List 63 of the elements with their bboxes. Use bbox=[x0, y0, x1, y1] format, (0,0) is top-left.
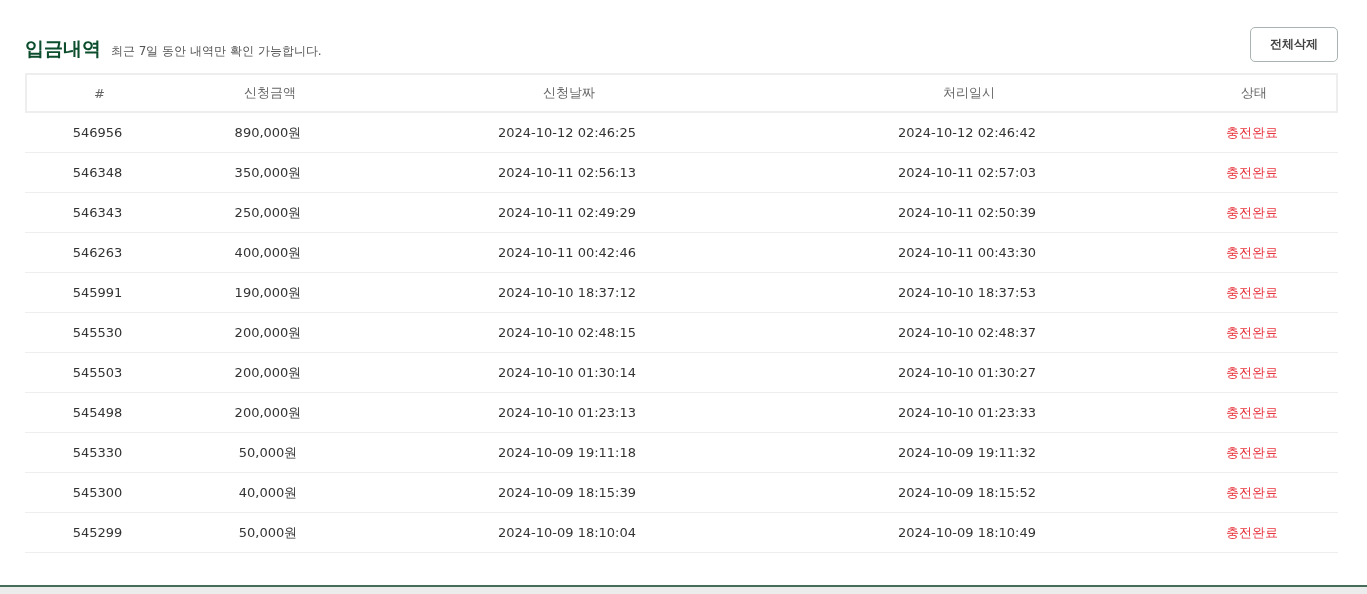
table-cell-text: 2024-10-11 02:50:39 bbox=[896, 205, 1038, 220]
status-text: 충전완료 bbox=[1225, 123, 1279, 142]
table-cell-text: 2024-10-10 18:37:53 bbox=[896, 285, 1038, 300]
page-title: 입금내역 bbox=[25, 35, 101, 61]
table-cell-text: 546348 bbox=[71, 165, 124, 180]
table-cell-text: 546263 bbox=[71, 245, 124, 260]
notice-text: 최근 7일 동안 내역만 확인 가능합니다. bbox=[111, 42, 322, 60]
status-text: 충전완료 bbox=[1225, 403, 1279, 422]
table-cell-text: 2024-10-10 02:48:15 bbox=[496, 325, 638, 340]
status-text: 충전완료 bbox=[1225, 483, 1279, 502]
table-cell-text: 200,000원 bbox=[233, 403, 303, 422]
table-cell-text: 400,000원 bbox=[233, 243, 303, 262]
table-cell-text: 2024-10-10 01:30:27 bbox=[896, 365, 1038, 380]
table-cell-text: 2024-10-09 18:10:49 bbox=[896, 525, 1038, 540]
table-cell-text: 2024-10-10 01:30:14 bbox=[496, 365, 638, 380]
table-cell-text: 2024-10-10 01:23:13 bbox=[496, 405, 638, 420]
table-cell-text: 50,000원 bbox=[237, 523, 299, 542]
table-cell-text: 545330 bbox=[71, 445, 124, 460]
table-cell-text: 2024-10-09 18:15:39 bbox=[496, 485, 638, 500]
table-cell-text: 2024-10-09 19:11:18 bbox=[496, 445, 638, 460]
table-cell-text: 545503 bbox=[71, 365, 124, 380]
table-cell-text: 40,000원 bbox=[237, 483, 299, 502]
table-cell-text: 545530 bbox=[71, 325, 124, 340]
column-header: 상태 bbox=[1240, 84, 1268, 102]
table-cell-text: 2024-10-09 18:15:52 bbox=[896, 485, 1038, 500]
table-cell-text: 2024-10-10 02:48:37 bbox=[896, 325, 1038, 340]
delete-all-button[interactable]: 전체삭제 bbox=[1250, 27, 1338, 62]
table-cell-text: 2024-10-10 01:23:33 bbox=[896, 405, 1038, 420]
table-cell-text: 545300 bbox=[71, 485, 124, 500]
table-cell-text: 2024-10-11 00:43:30 bbox=[896, 245, 1038, 260]
table-cell-text: 546956 bbox=[71, 125, 124, 140]
table-cell-text: 545498 bbox=[71, 405, 124, 420]
table-cell-text: 200,000원 bbox=[233, 363, 303, 382]
table-cell-text: 2024-10-12 02:46:25 bbox=[496, 125, 638, 140]
table-cell-text: 2024-10-09 19:11:32 bbox=[896, 445, 1038, 460]
status-text: 충전완료 bbox=[1225, 523, 1279, 542]
table-cell-text: 2024-10-11 00:42:46 bbox=[496, 245, 638, 260]
status-text: 충전완료 bbox=[1225, 443, 1279, 462]
table-cell-text: 2024-10-09 18:10:04 bbox=[496, 525, 638, 540]
table-cell-text: 2024-10-11 02:57:03 bbox=[896, 165, 1038, 180]
column-header: 신청금액 bbox=[243, 84, 297, 102]
status-text: 충전완료 bbox=[1225, 203, 1279, 222]
table-cell-text: 190,000원 bbox=[233, 283, 303, 302]
column-header: 처리일시 bbox=[942, 84, 996, 102]
table-cell-text: 2024-10-10 18:37:12 bbox=[496, 285, 638, 300]
status-text: 충전완료 bbox=[1225, 363, 1279, 382]
table-cell-text: 350,000원 bbox=[233, 163, 303, 182]
table-cell-text: 2024-10-11 02:49:29 bbox=[496, 205, 638, 220]
table-cell-text: 50,000원 bbox=[237, 443, 299, 462]
table-cell-text: 545991 bbox=[71, 285, 124, 300]
table-cell-text: 2024-10-12 02:46:42 bbox=[896, 125, 1038, 140]
status-text: 충전완료 bbox=[1225, 243, 1279, 262]
column-header: # bbox=[93, 85, 106, 101]
table-cell-text: 250,000원 bbox=[233, 203, 303, 222]
table-cell-text: 2024-10-11 02:56:13 bbox=[496, 165, 638, 180]
table-cell-text: 546343 bbox=[71, 205, 124, 220]
table-cell-text: 890,000원 bbox=[233, 123, 303, 142]
column-header: 신청날짜 bbox=[542, 84, 596, 102]
table-cell-text: 200,000원 bbox=[233, 323, 303, 342]
status-text: 충전완료 bbox=[1225, 323, 1279, 342]
table-cell-text: 545299 bbox=[71, 525, 124, 540]
status-text: 충전완료 bbox=[1225, 283, 1279, 302]
status-text: 충전완료 bbox=[1225, 163, 1279, 182]
